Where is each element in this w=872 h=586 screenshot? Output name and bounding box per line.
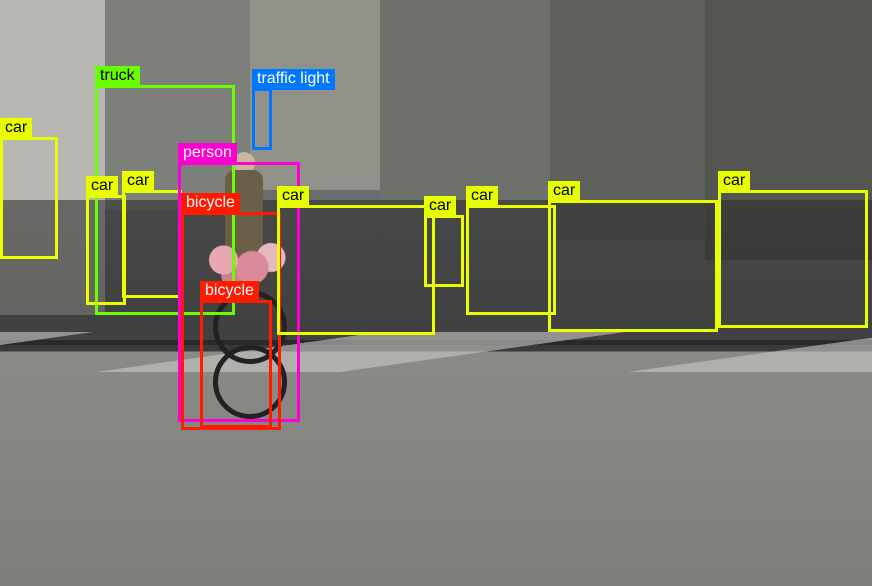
building-mid3 xyxy=(380,0,550,215)
crosswalk xyxy=(0,332,872,372)
scene-root: cartruckcarcartraffic lightpersonbicycle… xyxy=(0,0,872,586)
bbox-car-mirror: car xyxy=(424,215,464,287)
bbox-label-person-cyclist: person xyxy=(178,143,237,164)
bbox-label-car-black: car xyxy=(548,181,580,202)
bbox-label-car-midsilver: car xyxy=(466,186,498,207)
bbox-car-black: car xyxy=(548,200,718,332)
bbox-label-car-headlight: car xyxy=(122,171,154,192)
bbox-label-car-behind-truck: car xyxy=(86,176,118,197)
bbox-car-midsilver: car xyxy=(466,205,556,315)
bbox-label-car-mirror: car xyxy=(424,196,456,217)
bbox-label-car-right: car xyxy=(718,171,750,192)
bbox-car-behind-truck: car xyxy=(86,195,126,305)
bbox-label-car-far-left: car xyxy=(0,118,32,139)
bbox-label-bicycle-upper: bicycle xyxy=(181,193,240,214)
bbox-car-far-left: car xyxy=(0,137,58,259)
bbox-car-headlight: car xyxy=(122,190,182,298)
bbox-label-car-silver: car xyxy=(277,186,309,207)
bbox-label-traffic-light-1: traffic light xyxy=(252,69,335,90)
bbox-car-right: car xyxy=(718,190,868,328)
bbox-traffic-light-1: traffic light xyxy=(252,88,272,150)
bbox-label-bicycle-lower: bicycle xyxy=(200,281,259,302)
bbox-bicycle-lower: bicycle xyxy=(200,300,272,428)
bbox-label-truck-1: truck xyxy=(95,66,140,87)
bbox-car-silver: car xyxy=(277,205,435,335)
